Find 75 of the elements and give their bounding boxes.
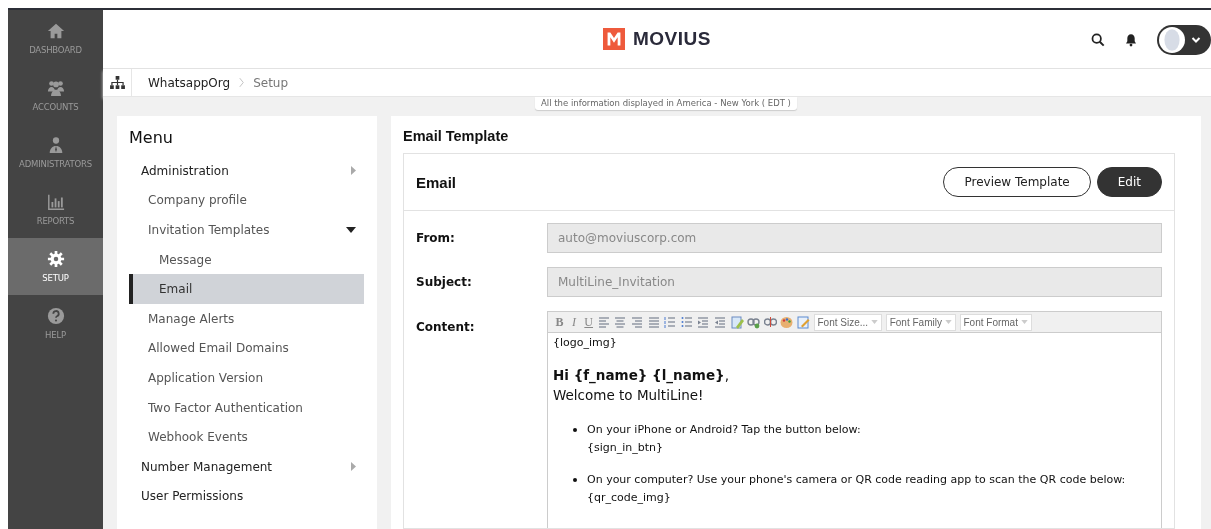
caret-right-icon [351,462,356,472]
settings-icon [46,250,65,268]
editor-text: {sign_in_btn} [587,440,665,456]
editor-text: {logo_img} [553,336,618,349]
caret-down-icon [871,320,879,324]
document-edit-icon[interactable] [796,315,810,329]
logo-icon [603,28,625,50]
caret-down-icon [1020,320,1028,324]
menu-item[interactable]: Allowed Email Domains [129,333,364,364]
chevron-down-icon [1191,35,1201,45]
menu-item[interactable]: Webhook Events [129,422,364,452]
timezone-notice: All the information displayed in America - New York ( EDT ) [535,97,797,110]
align-center-icon[interactable] [614,315,628,329]
sidebar-item[interactable]: SETUP [8,238,103,295]
editor-text: On your computer? Use your phone's camera or QR code reading app to scan the QR code below: [587,472,1126,488]
menu-title: Menu [129,128,174,147]
bullet-icon [573,428,577,432]
numbered-list-icon[interactable] [664,315,678,329]
search-icon[interactable] [1091,33,1105,47]
users-icon [46,79,65,97]
sidebar-item[interactable]: HELP [8,295,103,352]
menu-item[interactable]: Administration [129,156,364,186]
menu-item[interactable]: Email [129,274,364,304]
dropdown[interactable]: Font Format [959,313,1032,331]
user-menu-button[interactable] [1157,25,1211,55]
page-title: Email Template [403,128,510,144]
palette-icon[interactable] [780,315,794,329]
menu-item[interactable]: User Permissions [129,481,364,512]
home-icon [46,22,65,40]
caret-down-icon [346,227,356,233]
menu-item[interactable]: Company profile [129,185,364,216]
preview-button[interactable]: Preview Template [943,167,1091,197]
dropdown[interactable]: Font Family [885,313,956,331]
editor-text: Welcome to MultiLine! [553,386,705,405]
menu-item[interactable]: Message [129,244,364,275]
avatar-icon [1159,27,1185,53]
field-label: Content: [416,319,476,334]
hierarchy-icon[interactable] [109,76,125,89]
help-icon [46,307,65,325]
indent-icon[interactable] [713,315,727,329]
menu-item[interactable]: Number Management [129,451,364,482]
sidebar-item[interactable]: ADMINISTRATORS [8,124,103,181]
caret-right-icon [351,166,356,176]
rich-text-editor[interactable] [547,311,1162,528]
align-left-icon[interactable] [597,315,611,329]
menu-item[interactable]: Application Version [129,363,364,393]
menu-item[interactable]: Manage Alerts [129,303,364,334]
field-label: Subject: [416,275,473,289]
editor-text: On your iPhone or Android? Tap the button below: [587,422,861,438]
link-icon[interactable] [747,315,761,329]
notification-bell-icon[interactable] [1124,33,1138,47]
bullet-list-icon[interactable] [680,315,694,329]
editor-text: Hi {f_name} {l_name}, [553,366,730,385]
outdent-icon[interactable] [697,315,711,329]
unlink-icon[interactable] [763,315,777,329]
brand-name: MOVIUS [633,28,711,50]
menu-item[interactable]: Two Factor Authentication [129,392,364,423]
bar-chart-icon [46,193,65,211]
edit-button[interactable]: Edit [1096,167,1162,197]
bullet-icon [573,478,577,482]
sidebar-item[interactable]: REPORTS [8,181,103,238]
sidebar-item[interactable]: ACCOUNTS [8,67,103,124]
field-label: From: [416,231,456,245]
caret-down-icon [944,320,952,324]
chevron-right-icon [238,77,246,88]
dropdown[interactable]: Font Size... [813,313,883,331]
editor-text: {qr_code_img} [587,490,672,506]
eraser-icon[interactable] [730,315,744,329]
align-right-icon[interactable] [630,315,644,329]
menu-item[interactable]: Invitation Templates [129,215,364,245]
breadcrumb-link[interactable]: Setup [253,75,289,90]
card-title: Email [416,173,457,191]
breadcrumb-link[interactable]: WhatsappOrg [148,75,231,90]
sidebar-item[interactable]: DASHBOARD [8,10,103,67]
justify-icon[interactable] [647,315,661,329]
